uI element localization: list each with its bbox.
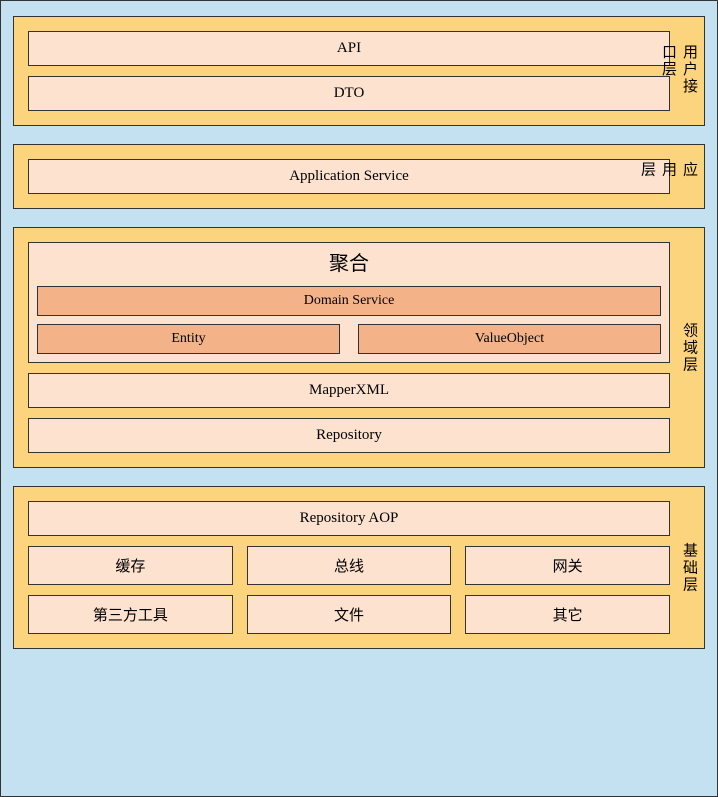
box-third-party: 第三方工具 bbox=[28, 595, 233, 634]
box-repository: Repository bbox=[28, 418, 670, 453]
layer-label-app: 应用层 bbox=[637, 161, 700, 193]
box-repository-aop: Repository AOP bbox=[28, 501, 670, 536]
diagram-container: API DTO 用户接口层 Application Service 应用层 聚合… bbox=[0, 0, 718, 797]
box-value-object: ValueObject bbox=[358, 324, 661, 354]
box-application-service: Application Service bbox=[28, 159, 670, 194]
layer-domain: 聚合 Domain Service Entity ValueObject Map… bbox=[13, 227, 705, 468]
box-cache: 缓存 bbox=[28, 546, 233, 585]
aggregate-title: 聚合 bbox=[37, 243, 661, 278]
box-file: 文件 bbox=[247, 595, 452, 634]
box-api: API bbox=[28, 31, 670, 66]
layer-application: Application Service 应用层 bbox=[13, 144, 705, 209]
layer-label-infra: 基础层 bbox=[679, 542, 700, 593]
layer-label-domain: 领域层 bbox=[679, 322, 700, 373]
box-domain-service: Domain Service bbox=[37, 286, 661, 316]
box-bus: 总线 bbox=[247, 546, 452, 585]
box-mapper-xml: MapperXML bbox=[28, 373, 670, 408]
box-dto: DTO bbox=[28, 76, 670, 111]
layer-label-ui: 用户接口层 bbox=[658, 44, 700, 98]
aggregate-container: 聚合 Domain Service Entity ValueObject bbox=[28, 242, 670, 363]
box-entity: Entity bbox=[37, 324, 340, 354]
layer-infrastructure: Repository AOP 缓存 总线 网关 第三方工具 文件 其它 基础层 bbox=[13, 486, 705, 649]
box-other: 其它 bbox=[465, 595, 670, 634]
layer-ui-interface: API DTO 用户接口层 bbox=[13, 16, 705, 126]
box-gateway: 网关 bbox=[465, 546, 670, 585]
